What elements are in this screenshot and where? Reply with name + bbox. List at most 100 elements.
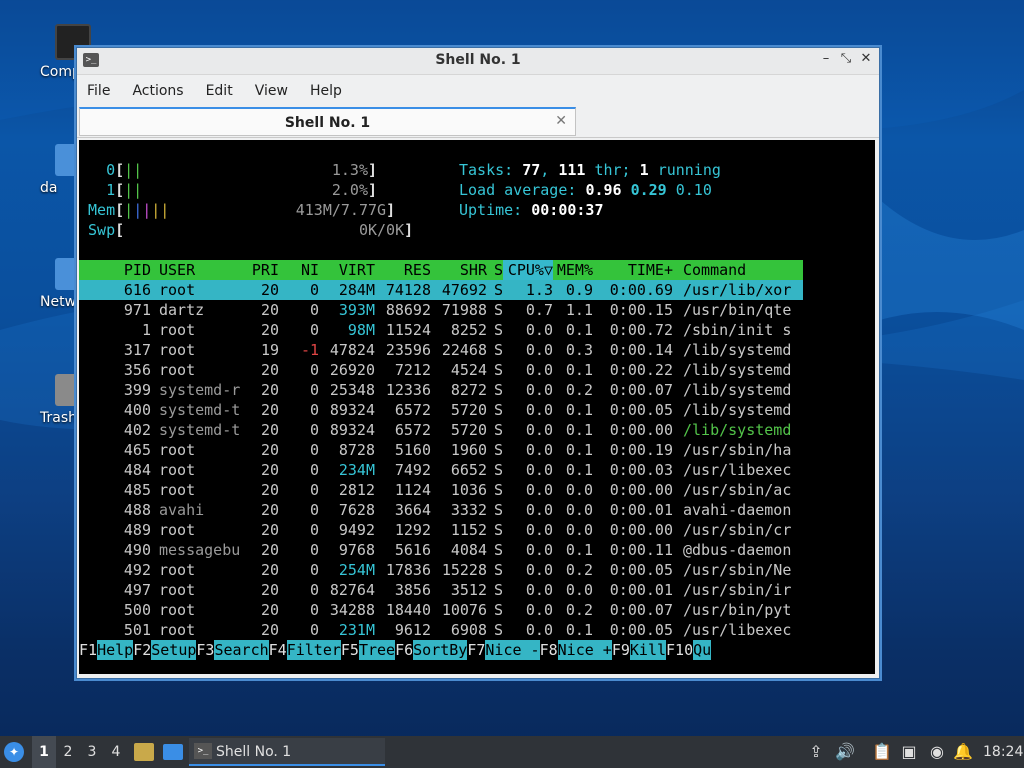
process-row[interactable]: 402 systemd-t 20 0 89324 6572 5720 S 0.0 0.1 0:00.… — [79, 420, 803, 440]
col-res[interactable]: RES — [375, 260, 431, 280]
process-row[interactable]: 497 root 20 0 82764 3856 3512 S 0.0 0.0 0:00.01/us… — [79, 580, 803, 600]
process-row[interactable]: 488 avahi 20 0 7628 3664 3332 S 0.0 0.0 0:00.01 ava… — [79, 500, 803, 520]
col-cpu[interactable]: CPU%▽ — [503, 260, 553, 280]
cell-s: S — [493, 301, 503, 319]
fkey-f6-button[interactable]: SortBy — [413, 640, 468, 660]
fkey-f3-button[interactable]: Search — [214, 640, 269, 660]
process-row[interactable]: 399 systemd-r 20 0 25348 12336 8272 S 0.0 0.2 0:00… — [79, 380, 803, 400]
process-row[interactable]: 400 systemd-t 20 0 89324 6572 5720 S 0.0 0.1 0:00.… — [79, 400, 803, 420]
workspace-1[interactable]: 1 — [32, 736, 56, 768]
cell-cmd: avahi-daemon — [683, 501, 792, 519]
cell-res: 6572 — [394, 421, 431, 439]
load-line: Load average: 0.96 0.29 0.10 — [459, 180, 712, 200]
col-time[interactable]: TIME+ — [593, 260, 673, 280]
menu-view[interactable]: View — [255, 83, 288, 99]
task-shell-1[interactable]: >_ Shell No. 1 — [189, 738, 385, 766]
tasks-count: 77 — [522, 161, 541, 179]
updates-icon[interactable]: ⇪ — [806, 742, 826, 762]
menu-edit[interactable]: Edit — [206, 83, 233, 99]
workspace-4[interactable]: 4 — [104, 736, 128, 768]
cell-ni: -1 — [300, 341, 319, 359]
fkey-f2-button[interactable]: Setup — [151, 640, 197, 660]
cell-res: 18440 — [385, 601, 431, 619]
cell-s: S — [493, 481, 503, 499]
col-state[interactable]: S — [487, 260, 503, 280]
cell-shr: 5720 — [450, 401, 487, 419]
workspace-2[interactable]: 2 — [56, 736, 80, 768]
mem-label: Mem — [88, 201, 116, 219]
cell-time: 0:00.01 — [609, 501, 673, 519]
notifications-icon[interactable]: 🔔 — [953, 742, 973, 762]
process-row[interactable]: 500 root 20 0 34288 18440 10076 S 0.0 0.2 0:00.07 /… — [79, 600, 803, 620]
cell-cpu: 0.0 — [525, 381, 553, 399]
cell-time: 0:00.01 — [609, 581, 673, 599]
process-row[interactable]: 1 root 20 0 98M 11524 8252 S 0.0 0.1 0:00.72/sbin/… — [79, 320, 803, 340]
process-row[interactable]: 485 root 20 0 2812 1124 1036 S 0.0 0.0 0:00.00/usr… — [79, 480, 803, 500]
volume-icon[interactable]: 🔊 — [835, 742, 855, 762]
process-row[interactable]: 971 dartz 20 0 393M 88692 71988 S 0.7 1.1 0:00.15 /… — [79, 300, 803, 320]
fkey-f4-button[interactable]: Filter — [286, 640, 341, 660]
fkey-f10-button[interactable]: Qu — [693, 640, 712, 660]
cell-pri: 20 — [260, 521, 279, 539]
process-row[interactable]: 616 root 20 0 284M 74128 47692 S 1.3 0.9 0:00.69/u… — [79, 280, 803, 300]
fkey-f5-button[interactable]: Tree — [358, 640, 396, 660]
fkey-f7-button[interactable]: Nice - — [485, 640, 540, 660]
cell-s: S — [493, 421, 503, 439]
clipboard-icon[interactable]: 📋 — [872, 742, 892, 762]
cell-cmd: /usr/bin/qte — [683, 301, 792, 319]
col-command[interactable]: Command — [673, 260, 803, 280]
close-button[interactable]: ✕ — [857, 51, 875, 66]
tab-close-icon[interactable]: ✕ — [555, 113, 567, 129]
cell-mem: 0.1 — [565, 421, 593, 439]
file-manager-icon[interactable] — [134, 743, 154, 761]
col-pri[interactable]: PRI — [247, 260, 279, 280]
col-pid[interactable]: PID — [79, 260, 151, 280]
show-desktop-icon[interactable] — [163, 744, 183, 760]
start-menu-button[interactable]: ✦ — [4, 736, 28, 768]
window-titlebar[interactable]: >_ Shell No. 1 – ⤡ ✕ — [77, 48, 879, 75]
fkey-f9-button[interactable]: Kill — [629, 640, 667, 660]
tab-shell-1[interactable]: Shell No. 1 ✕ — [79, 107, 576, 136]
power-icon[interactable]: ◉ — [927, 742, 947, 762]
cell-s: S — [493, 361, 503, 379]
cell-mem: 0.1 — [565, 361, 593, 379]
process-row[interactable]: 489 root 20 0 9492 1292 1152 S 0.0 0.0 0:00.00/usr… — [79, 520, 803, 540]
process-row[interactable]: 317 root 19 -1 47824 23596 22468 S 0.0 0.3 0:00.14… — [79, 340, 803, 360]
cell-shr: 10076 — [441, 601, 487, 619]
maximize-button[interactable]: ⤡ — [837, 51, 855, 66]
process-row[interactable]: 356 root 20 0 26920 7212 4524 S 0.0 0.1 0:00.22/li… — [79, 360, 803, 380]
process-row[interactable]: 492 root 20 0 254M 17836 15228 S 0.0 0.2 0:00.05/u… — [79, 560, 803, 580]
workspace-3[interactable]: 3 — [80, 736, 104, 768]
menu-help[interactable]: Help — [310, 83, 342, 99]
col-user[interactable]: USER — [151, 260, 247, 280]
cell-cpu: 0.7 — [525, 301, 553, 319]
menu-file[interactable]: File — [87, 83, 110, 99]
fkey-number: F4 — [268, 641, 287, 659]
running-count: 1 — [639, 161, 649, 179]
cell-ni: 0 — [309, 321, 319, 339]
process-row[interactable]: 484 root 20 0 234M 7492 6652 S 0.0 0.1 0:00.03/usr… — [79, 460, 803, 480]
terminal-area[interactable]: 0[|| 1.3%] 1[|| 2.0%] Mem[||||| 413M/7.7… — [79, 140, 875, 674]
minimize-button[interactable]: – — [817, 51, 835, 66]
clock[interactable]: 18:24 — [983, 736, 1023, 768]
cell-res: 9612 — [394, 621, 431, 639]
cell-user: root — [159, 481, 196, 499]
fkey-f1-button[interactable]: Help — [97, 640, 134, 660]
network-icon[interactable]: ▣ — [899, 742, 919, 762]
cell-mem: 0.0 — [565, 481, 593, 499]
col-virt[interactable]: VIRT — [319, 260, 375, 280]
cpu1-value: 2.0% — [331, 181, 368, 199]
col-ni[interactable]: NI — [279, 260, 319, 280]
col-shr[interactable]: SHR — [431, 260, 487, 280]
cell-cpu: 0.0 — [525, 621, 553, 639]
fkey-f8-button[interactable]: Nice + — [557, 640, 612, 660]
process-row[interactable]: 465 root 20 0 8728 5160 1960 S 0.0 0.1 0:00.19/usr… — [79, 440, 803, 460]
tab-bar: Shell No. 1 ✕ — [77, 107, 879, 138]
process-row[interactable]: 490 messagebu 20 0 9768 5616 4084 S 0.0 0.1 0:00.1… — [79, 540, 803, 560]
process-row[interactable]: 501 root 20 0 231M 9612 6908 S 0.0 0.1 0:00.05/usr… — [79, 620, 803, 640]
col-mem[interactable]: MEM% — [553, 260, 593, 280]
cell-time: 0:00.07 — [609, 601, 673, 619]
mem-meter: Mem[||||| 413M/7.77G] — [88, 201, 396, 219]
menu-actions[interactable]: Actions — [132, 83, 183, 99]
cell-res: 3664 — [394, 501, 431, 519]
